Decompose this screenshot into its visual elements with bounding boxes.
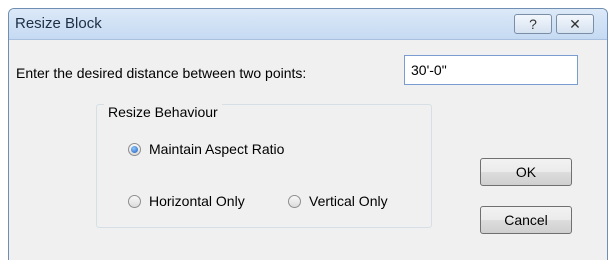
window-title: Resize Block	[15, 15, 102, 32]
radio-label: Vertical Only	[309, 193, 388, 209]
radio-label: Maintain Aspect Ratio	[149, 141, 285, 157]
vertical-only-radio[interactable]: Vertical Only	[288, 193, 388, 209]
ok-button[interactable]: OK	[480, 158, 572, 186]
cancel-button[interactable]: Cancel	[480, 206, 572, 234]
close-button[interactable]: ✕	[556, 14, 594, 34]
distance-prompt-label: Enter the desired distance between two p…	[16, 65, 307, 81]
help-button[interactable]: ?	[514, 14, 552, 34]
radio-unselected-icon	[128, 194, 141, 208]
resize-behaviour-group	[96, 104, 432, 228]
title-bar[interactable]: Resize Block ? ✕	[9, 9, 607, 40]
close-icon: ✕	[569, 15, 581, 32]
help-icon: ?	[529, 16, 537, 32]
radio-unselected-icon	[288, 194, 301, 208]
horizontal-only-radio[interactable]: Horizontal Only	[128, 193, 245, 209]
resize-behaviour-legend: Resize Behaviour	[104, 104, 222, 120]
maintain-aspect-ratio-radio[interactable]: Maintain Aspect Ratio	[128, 141, 284, 157]
distance-input[interactable]	[404, 55, 578, 85]
radio-selected-icon	[128, 142, 141, 156]
radio-label: Horizontal Only	[149, 193, 245, 209]
